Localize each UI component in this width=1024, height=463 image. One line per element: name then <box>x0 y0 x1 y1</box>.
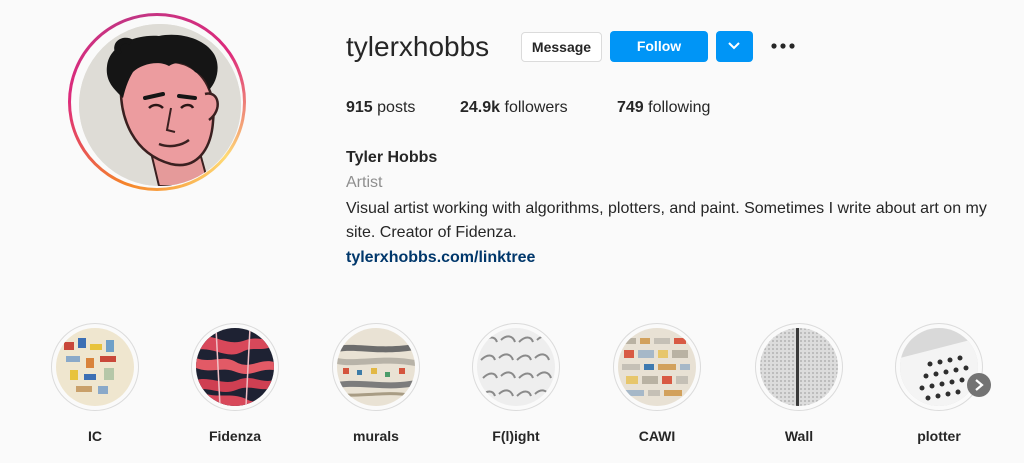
followers-number: 24.9k <box>460 99 501 116</box>
following-link[interactable]: 749 following <box>617 98 710 118</box>
bio-website-link[interactable]: tylerxhobbs.com/linktree <box>346 246 996 270</box>
highlight-ring <box>755 323 843 411</box>
profile-username: tylerxhobbs <box>346 31 490 62</box>
highlights-next-button[interactable] <box>967 373 991 397</box>
bio-full-name: Tyler Hobbs <box>346 149 438 166</box>
highlight-ring <box>191 323 279 411</box>
bio-category: Artist <box>346 174 383 191</box>
highlight-label: CAWI <box>638 428 676 444</box>
highlight-fidenza[interactable]: Fidenza <box>189 323 281 445</box>
posts-label: posts <box>377 99 416 116</box>
highlight-ring <box>51 323 139 411</box>
followers-label: followers <box>504 99 568 116</box>
highlight-cover-ic <box>56 328 134 406</box>
more-options-icon[interactable] <box>770 37 796 55</box>
highlight-ic[interactable]: IC <box>49 323 141 445</box>
message-button[interactable]: Message <box>521 32 602 62</box>
highlight-ring <box>332 323 420 411</box>
highlight-cover-murals <box>337 328 415 406</box>
followers-link[interactable]: 24.9k followers <box>460 98 568 118</box>
follow-button[interactable]: Follow <box>610 31 708 62</box>
highlight-label: Wall <box>784 428 814 444</box>
follow-options-button[interactable] <box>716 31 753 62</box>
highlight-cover-wall <box>760 328 838 406</box>
posts-number: 915 <box>346 99 373 116</box>
highlight-label: plotter <box>917 428 961 444</box>
highlight-label: F(l)ight <box>492 428 540 444</box>
bio-text: Visual artist working with algorithms, p… <box>346 200 987 241</box>
highlight-ring <box>472 323 560 411</box>
highlight-wall[interactable]: Wall <box>753 323 845 445</box>
highlight-cover-cawi <box>618 328 696 406</box>
highlight-cover-fidenza <box>196 328 274 406</box>
highlight-flight[interactable]: F(l)ight <box>470 323 562 445</box>
avatar[interactable] <box>79 24 241 186</box>
highlight-ring <box>895 323 983 411</box>
posts-count: 915 posts <box>346 98 415 118</box>
highlight-label: IC <box>88 428 102 444</box>
highlight-cover-flight <box>477 328 555 406</box>
highlight-label: murals <box>353 428 399 444</box>
chevron-right-icon <box>975 379 984 391</box>
highlight-ring <box>613 323 701 411</box>
following-label: following <box>648 99 711 116</box>
profile-bio: Tyler Hobbs Artist Visual artist working… <box>346 146 996 270</box>
following-number: 749 <box>617 99 644 116</box>
highlight-murals[interactable]: murals <box>330 323 422 445</box>
chevron-down-icon <box>728 42 740 50</box>
avatar-border <box>71 16 243 188</box>
highlight-cawi[interactable]: CAWI <box>611 323 703 445</box>
highlight-cover-plotter <box>900 328 978 406</box>
highlight-label: Fidenza <box>208 428 262 444</box>
profile-avatar-ring[interactable] <box>68 13 246 191</box>
